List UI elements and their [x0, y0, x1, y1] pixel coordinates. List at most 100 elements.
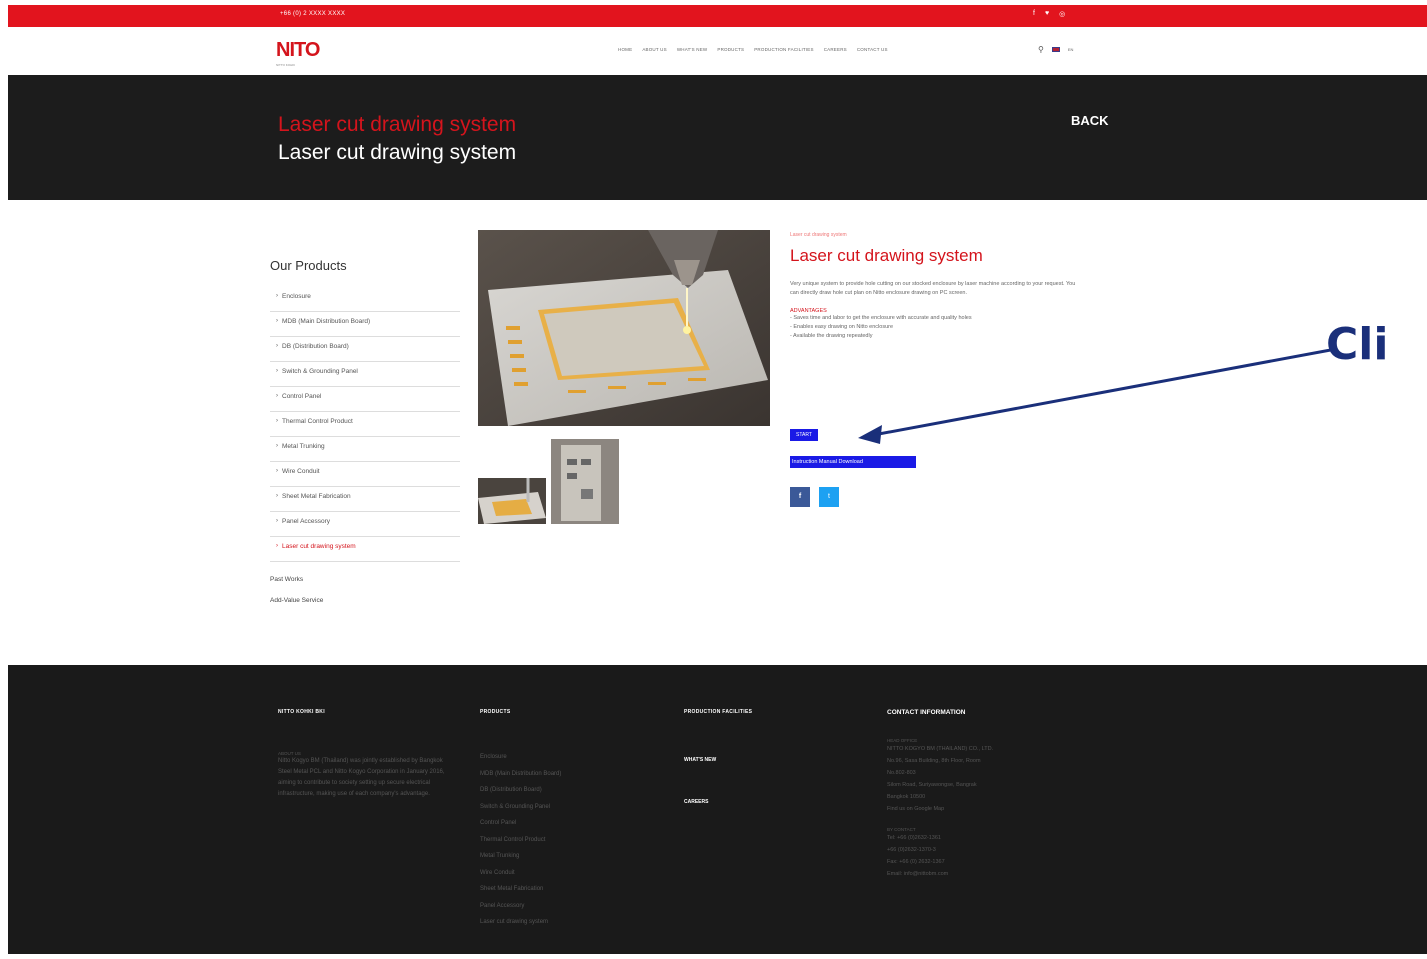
annotation-text: Cli: [1326, 319, 1389, 370]
chevron-right-icon: ›: [276, 493, 278, 499]
footer-col-contact: CONTACT INFORMATION HEAD OFFICE NITTO KO…: [887, 709, 1087, 880]
sidebar-item-laser-cut[interactable]: › Laser cut drawing system: [270, 537, 460, 562]
site-logo[interactable]: NITO: [276, 39, 320, 62]
sidebar-add-value-service[interactable]: Add-Value Service: [270, 597, 460, 604]
thumbnail-enclosure-photo: [551, 439, 619, 524]
footer-link[interactable]: Sheet Metal Fabrication: [480, 881, 660, 898]
contact-line: Fax: +66 (0) 2632-1367: [887, 859, 945, 865]
sidebar-item-metal-trunking[interactable]: › Metal Trunking: [270, 437, 460, 462]
sidebar-item-label: DB (Distribution Board): [282, 343, 349, 350]
footer-link[interactable]: Laser cut drawing system: [480, 914, 660, 931]
phone-number: +66 (0) 2 XXXX XXXX: [280, 11, 346, 17]
language-selector[interactable]: EN: [1068, 47, 1074, 52]
thumbnail-laser-photo: [478, 478, 546, 524]
nav-about[interactable]: ABOUT US: [642, 47, 667, 52]
chevron-right-icon: ›: [276, 293, 278, 299]
sidebar-item-sheet-metal[interactable]: › Sheet Metal Fabrication: [270, 487, 460, 512]
twitter-share-icon[interactable]: t: [819, 487, 839, 507]
chevron-right-icon: ›: [276, 543, 278, 549]
sidebar-item-label: Sheet Metal Fabrication: [282, 493, 351, 500]
sidebar-item-control-panel[interactable]: › Control Panel: [270, 387, 460, 412]
email-link[interactable]: Email: info@nittobm.com: [887, 868, 1087, 880]
chevron-right-icon: ›: [276, 418, 278, 424]
sidebar-item-mdb[interactable]: › MDB (Main Distribution Board): [270, 312, 460, 337]
footer-link[interactable]: Wire Conduit: [480, 865, 660, 882]
sidebar-item-label: Wire Conduit: [282, 468, 320, 475]
facebook-icon[interactable]: f: [1033, 10, 1035, 18]
nav-contact[interactable]: CONTACT US: [857, 47, 888, 52]
sidebar-item-wire-conduit[interactable]: › Wire Conduit: [270, 462, 460, 487]
contact-line: No.802-803: [887, 770, 916, 776]
flag-icon[interactable]: [1051, 47, 1060, 52]
page-hero: Laser cut drawing system Laser cut drawi…: [8, 75, 1427, 200]
footer-link[interactable]: Metal Trunking: [480, 848, 660, 865]
contact-line: NITTO KOGYO BM (THAILAND) CO., LTD.: [887, 746, 994, 752]
advantage-item: - Available the drawing repeatedly: [790, 333, 873, 339]
product-title: Laser cut drawing system: [790, 246, 983, 265]
site-footer: NITTO KOHKI BKI ABOUT US Nitto Kogyo BM …: [8, 665, 1427, 954]
sidebar-past-works[interactable]: Past Works: [270, 576, 460, 583]
contact-line: No.96, Sasa Building, 8th Floor, Room: [887, 758, 981, 764]
product-info: Laser cut drawing system Laser cut drawi…: [790, 232, 1090, 341]
sidebar-item-thermal-control[interactable]: › Thermal Control Product: [270, 412, 460, 437]
footer-link[interactable]: Control Panel: [480, 815, 660, 832]
chevron-right-icon: ›: [276, 318, 278, 324]
sidebar-item-switch-grounding[interactable]: › Switch & Grounding Panel: [270, 362, 460, 387]
back-link[interactable]: BACK: [1071, 113, 1109, 128]
contact-line: Bangkok 10500: [887, 794, 926, 800]
footer-heading[interactable]: PRODUCTION FACILITIES: [684, 709, 844, 715]
sidebar-item-label: Thermal Control Product: [282, 418, 353, 425]
footer-link[interactable]: Thermal Control Product: [480, 832, 660, 849]
footer-heading: PRODUCTS: [480, 709, 511, 715]
sidebar-heading: Our Products: [270, 258, 347, 273]
start-button[interactable]: START: [790, 429, 818, 441]
footer-link[interactable]: DB (Distribution Board): [480, 782, 660, 799]
contact-line: Tel: +66 (0)2632-1361: [887, 835, 941, 841]
footer-careers-link[interactable]: CAREERS: [684, 799, 844, 805]
product-breadcrumb[interactable]: Laser cut drawing system: [790, 232, 1090, 238]
contact-line: Silom Road, Suriyawongse, Bangrak: [887, 782, 977, 788]
instagram-icon[interactable]: ◎: [1059, 10, 1065, 18]
nav-home[interactable]: HOME: [618, 47, 632, 52]
laser-photo: [478, 230, 770, 426]
footer-link[interactable]: Panel Accessory: [480, 898, 660, 915]
search-icon[interactable]: ⚲: [1038, 45, 1044, 54]
nav-products[interactable]: PRODUCTS: [717, 47, 744, 52]
product-thumbnail-2[interactable]: [551, 439, 619, 524]
footer-whats-new-link[interactable]: WHAT'S NEW: [684, 757, 844, 763]
footer-link[interactable]: MDB (Main Distribution Board): [480, 766, 660, 783]
nav-tools: ⚲ EN: [1038, 45, 1073, 54]
sidebar-item-db[interactable]: › DB (Distribution Board): [270, 337, 460, 362]
footer-col-about: NITTO KOHKI BKI ABOUT US Nitto Kogyo BM …: [278, 709, 458, 800]
product-main-image[interactable]: [478, 230, 770, 426]
social-links: f ♥ ◎: [1033, 10, 1065, 18]
sidebar-item-label: Enclosure: [282, 293, 311, 300]
logo-subtitle: NITTO KOHKI: [276, 63, 296, 67]
sidebar-item-label: Laser cut drawing system: [282, 543, 356, 550]
google-map-link[interactable]: Find us on Google Map: [887, 803, 1087, 815]
twitter-icon[interactable]: ♥: [1045, 10, 1049, 18]
contact-line: +66 (0)2632-1370-3: [887, 847, 936, 853]
chevron-right-icon: ›: [276, 393, 278, 399]
chevron-right-icon: ›: [276, 343, 278, 349]
facebook-share-icon[interactable]: f: [790, 487, 810, 507]
footer-about-text: Nitto Kogyo BM (Thailand) was jointly es…: [278, 758, 445, 797]
nav-whats-new[interactable]: WHAT'S NEW: [677, 47, 708, 52]
manual-download-button[interactable]: Instruction Manual Download: [790, 456, 916, 468]
nav-production-facilities[interactable]: PRODUCTION FACILITIES: [754, 47, 813, 52]
footer-link[interactable]: Switch & Grounding Panel: [480, 799, 660, 816]
sidebar-item-label: Control Panel: [282, 393, 322, 400]
product-thumbnail-1[interactable]: [478, 478, 546, 524]
footer-contact-heading: CONTACT INFORMATION: [887, 709, 966, 716]
nav-careers[interactable]: CAREERS: [824, 47, 847, 52]
sidebar-item-enclosure[interactable]: › Enclosure: [270, 287, 460, 312]
footer-product-list: Enclosure MDB (Main Distribution Board) …: [480, 749, 660, 931]
footer-link[interactable]: Enclosure: [480, 749, 660, 766]
chevron-right-icon: ›: [276, 518, 278, 524]
sidebar-item-label: Switch & Grounding Panel: [282, 368, 358, 375]
sidebar-item-panel-accessory[interactable]: › Panel Accessory: [270, 512, 460, 537]
chevron-right-icon: ›: [276, 468, 278, 474]
site-header: NITO NITTO KOHKI HOME ABOUT US WHAT'S NE…: [8, 27, 1427, 75]
chevron-right-icon: ›: [276, 443, 278, 449]
advantage-item: - Enables easy drawing on Nitto enclosur…: [790, 324, 894, 330]
